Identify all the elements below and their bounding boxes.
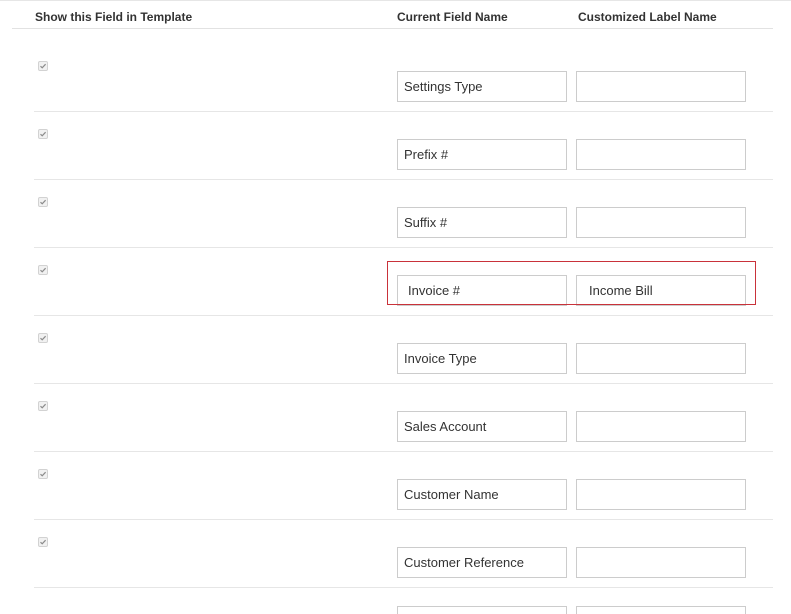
checkmark-icon — [40, 403, 47, 409]
field-rows — [0, 0, 791, 610]
checkmark-icon — [40, 539, 47, 545]
customized-label-input[interactable] — [576, 207, 746, 238]
show-field-checkbox[interactable] — [38, 61, 48, 71]
current-field-name-input[interactable] — [397, 343, 567, 374]
show-field-checkbox[interactable] — [38, 469, 48, 479]
customized-label-input[interactable] — [576, 343, 746, 374]
table-row — [34, 384, 773, 452]
current-field-name-input[interactable] — [397, 71, 567, 102]
customized-label-input[interactable] — [576, 479, 746, 510]
current-field-name-input[interactable] — [397, 479, 567, 510]
table-row — [34, 520, 773, 588]
checkmark-icon — [40, 63, 47, 69]
table-row — [34, 452, 773, 520]
checkmark-icon — [40, 131, 47, 137]
next-row-field-stub — [576, 606, 746, 614]
show-field-checkbox[interactable] — [38, 129, 48, 139]
show-field-checkbox[interactable] — [38, 333, 48, 343]
table-row — [34, 180, 773, 248]
table-row — [34, 112, 773, 180]
show-field-checkbox[interactable] — [38, 265, 48, 275]
show-field-checkbox[interactable] — [38, 401, 48, 411]
checkmark-icon — [40, 335, 47, 341]
show-field-checkbox[interactable] — [38, 197, 48, 207]
checkmark-icon — [40, 471, 47, 477]
current-field-name-input[interactable] — [397, 275, 567, 306]
current-field-name-input[interactable] — [397, 207, 567, 238]
show-field-checkbox[interactable] — [38, 537, 48, 547]
customized-label-input[interactable] — [576, 71, 746, 102]
customized-label-input[interactable] — [576, 275, 746, 306]
table-row — [34, 316, 773, 384]
current-field-name-input[interactable] — [397, 411, 567, 442]
customized-label-input[interactable] — [576, 139, 746, 170]
customized-label-input[interactable] — [576, 547, 746, 578]
checkmark-icon — [40, 199, 47, 205]
customized-label-input[interactable] — [576, 411, 746, 442]
next-row-field-stub — [397, 606, 567, 614]
checkmark-icon — [40, 267, 47, 273]
table-row-highlighted — [34, 248, 773, 316]
current-field-name-input[interactable] — [397, 139, 567, 170]
current-field-name-input[interactable] — [397, 547, 567, 578]
table-row — [34, 44, 773, 112]
